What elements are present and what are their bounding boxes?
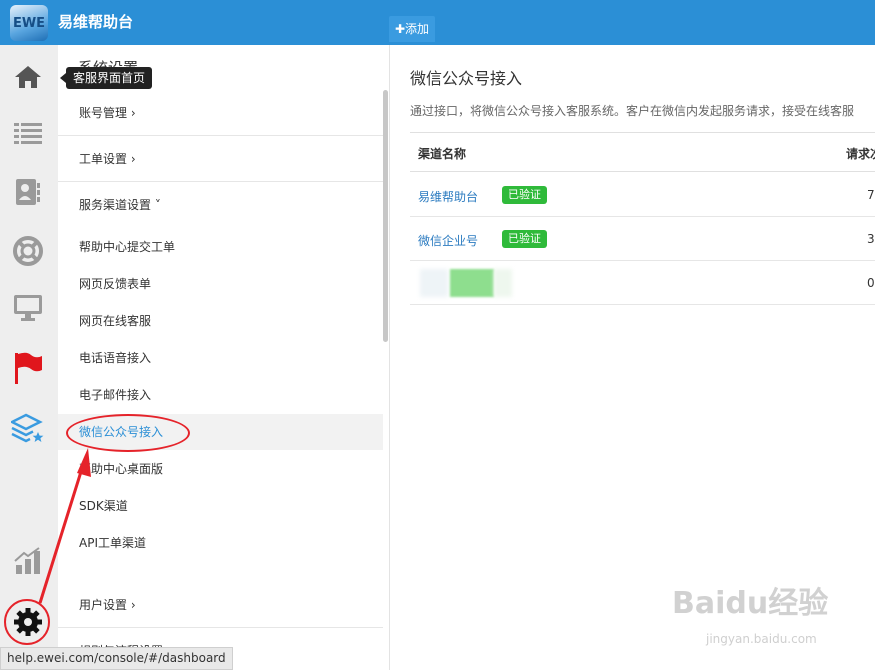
channel-name-link[interactable]: 微信企业号	[418, 232, 478, 249]
request-count: 76	[867, 188, 875, 202]
home-icon[interactable]	[10, 59, 46, 95]
channel-item-web-chat[interactable]: 网页在线客服	[58, 303, 383, 339]
browser-status-bar: help.ewei.com/console/#/dashboard	[0, 647, 233, 670]
watermark-url: jingyan.baidu.com	[706, 632, 817, 646]
icon-sidebar	[0, 45, 58, 670]
page-title: 微信公众号接入	[410, 69, 523, 88]
channel-item-sdk[interactable]: SDK渠道	[58, 488, 383, 524]
app-title: 易维帮助台	[58, 13, 134, 31]
main-content: 微信公众号接入 通过接口，将微信公众号接入客服系统。客户在微信内发起服务请求，接…	[390, 45, 875, 670]
layers-star-icon[interactable]	[10, 411, 46, 447]
group-user[interactable]: 用户设置 ›	[58, 582, 383, 628]
bar-chart-icon[interactable]	[10, 543, 46, 579]
redacted-block	[450, 269, 494, 297]
annotation-circle	[4, 599, 50, 645]
monitor-icon[interactable]	[10, 290, 46, 326]
channel-item-api[interactable]: API工单渠道	[58, 525, 383, 561]
group-service-channel[interactable]: 服务渠道设置 ˅	[58, 182, 383, 228]
request-count: 3	[867, 232, 875, 246]
table-row: 0	[410, 261, 875, 305]
channel-item-phone[interactable]: 电话语音接入	[58, 340, 383, 376]
add-button[interactable]: ✚添加	[389, 16, 436, 42]
app-logo[interactable]: EWE	[10, 5, 48, 41]
redacted-block	[420, 269, 448, 297]
settings-panel: 系统设置 账号管理 › 工单设置 › 服务渠道设置 ˅ 帮助中心提交工单 网页反…	[58, 45, 390, 670]
list-icon[interactable]	[10, 115, 46, 151]
flag-icon[interactable]	[10, 350, 46, 386]
channel-item-help-desktop[interactable]: 帮助中心桌面版	[58, 451, 383, 487]
status-badge: 已验证	[502, 186, 547, 204]
status-badge: 已验证	[502, 230, 547, 248]
annotation-ellipse	[66, 414, 190, 452]
settings-scrollbar[interactable]	[383, 90, 388, 342]
app-window: EWE 易维帮助台 ✚添加 系	[0, 0, 875, 670]
watermark-brand: Baidu经验	[672, 586, 829, 621]
table-row: 易维帮助台 已验证 76	[410, 173, 875, 217]
home-tooltip: 客服界面首页	[59, 67, 153, 89]
table-header: 渠道名称 请求次	[410, 132, 875, 172]
group-ticket[interactable]: 工单设置 ›	[58, 136, 383, 182]
request-count: 0	[867, 276, 875, 290]
channel-item-help-center-ticket[interactable]: 帮助中心提交工单	[58, 229, 383, 265]
column-header-requests: 请求次	[846, 147, 875, 161]
redacted-block	[494, 269, 512, 297]
channel-item-web-feedback[interactable]: 网页反馈表单	[58, 266, 383, 302]
channel-name-link[interactable]: 易维帮助台	[418, 188, 478, 205]
lifebuoy-icon[interactable]	[10, 233, 46, 269]
contacts-icon[interactable]	[10, 174, 46, 210]
top-bar: EWE 易维帮助台 ✚添加	[0, 0, 875, 45]
group-account[interactable]: 账号管理 ›	[58, 90, 383, 136]
column-header-name: 渠道名称	[418, 147, 467, 161]
page-description: 通过接口，将微信公众号接入客服系统。客户在微信内发起服务请求，接受在线客服	[410, 104, 855, 118]
table-row: 微信企业号 已验证 3	[410, 217, 875, 261]
channel-item-email[interactable]: 电子邮件接入	[58, 377, 383, 413]
